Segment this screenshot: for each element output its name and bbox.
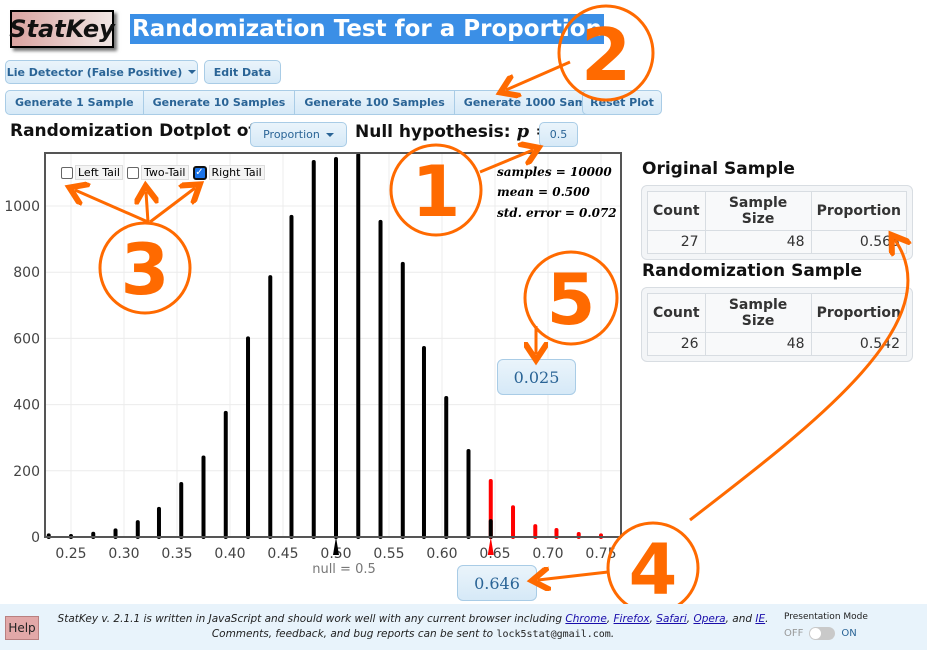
contact-email: lock5stat@gmail.com bbox=[496, 629, 611, 640]
left-tail-checkbox[interactable] bbox=[61, 166, 73, 179]
toggle-on-label: ON bbox=[841, 628, 857, 639]
original-sample-title: Original Sample bbox=[642, 159, 795, 179]
header-count: Count bbox=[647, 293, 706, 333]
randomization-sample-table: Count Sample Size Proportion 26 48 0.542 bbox=[641, 287, 913, 362]
x-tick-label: 0.75 bbox=[585, 546, 616, 562]
presentation-mode-label: Presentation Mode bbox=[784, 612, 868, 622]
header-proportion: Proportion bbox=[810, 293, 908, 333]
y-tick-label: 800 bbox=[13, 265, 40, 281]
header-count: Count bbox=[647, 191, 706, 231]
right-tail-label: Right Tail bbox=[208, 165, 265, 180]
footer-line-2: Comments, feedback, and bug reports can … bbox=[211, 628, 494, 640]
y-tick-label: 600 bbox=[13, 331, 40, 347]
annotation-arrow bbox=[689, 240, 908, 522]
y-tick-label: 1000 bbox=[4, 199, 40, 215]
randomization-count: 26 bbox=[647, 332, 706, 356]
opera-link[interactable]: Opera bbox=[693, 613, 725, 625]
tail-options: Left Tail Two-Tail ✓ Right Tail bbox=[61, 165, 265, 180]
two-tail-checkbox[interactable] bbox=[126, 166, 139, 179]
y-tick-label: 400 bbox=[13, 398, 40, 414]
x-tick-label: 0.25 bbox=[55, 546, 86, 562]
right-tail-checkbox[interactable]: ✓ bbox=[192, 165, 207, 180]
two-tail-label: Two-Tail bbox=[140, 165, 189, 180]
cutoff-value-input[interactable]: 0.646 bbox=[457, 565, 537, 601]
right-tail-option[interactable]: ✓ Right Tail bbox=[192, 165, 265, 180]
x-tick-label: 0.65 bbox=[479, 546, 510, 562]
x-tick-label: 0.55 bbox=[373, 546, 404, 562]
y-axis-ticks: 0 200 400 600 800 1000 bbox=[4, 199, 40, 546]
ie-link[interactable]: IE bbox=[755, 613, 765, 625]
dotplot-chart: 0 200 400 600 800 1000 0.25 0.30 0.35 0.40 0.45 0.… bbox=[4, 152, 622, 577]
null-caption: null = 0.5 bbox=[312, 562, 376, 577]
presentation-mode-toggle[interactable] bbox=[809, 627, 836, 640]
tail-proportion-box: 0.025 bbox=[497, 359, 576, 395]
original-proportion: 0.563 bbox=[810, 230, 908, 254]
original-sample-table: Count Sample Size Proportion 27 48 0.563 bbox=[641, 185, 913, 260]
toggle-off-label: OFF bbox=[784, 628, 804, 639]
presentation-mode-toggle-row: OFF ON bbox=[784, 627, 857, 640]
left-tail-option[interactable]: Left Tail bbox=[61, 165, 123, 180]
stat-std-error: std. error = 0.072 bbox=[497, 206, 617, 220]
left-tail-label: Left Tail bbox=[75, 165, 123, 180]
y-tick-label: 0 bbox=[31, 530, 40, 546]
footer: Help StatKey v. 2.1.1 is written in Java… bbox=[0, 604, 927, 650]
footer-line-1: StatKey v. 2.1.1 is written in JavaScrip… bbox=[57, 613, 563, 625]
header-sample-size: Sample Size bbox=[704, 293, 812, 333]
header-proportion: Proportion bbox=[810, 191, 908, 231]
two-tail-option[interactable]: Two-Tail bbox=[126, 165, 189, 180]
x-tick-label: 0.60 bbox=[426, 546, 457, 562]
x-tick-label: 0.40 bbox=[214, 546, 245, 562]
header-sample-size: Sample Size bbox=[704, 191, 812, 231]
original-sample-size: 48 bbox=[704, 230, 812, 254]
firefox-link[interactable]: Firefox bbox=[614, 613, 650, 625]
original-count: 27 bbox=[647, 230, 706, 254]
randomization-sample-size: 48 bbox=[704, 332, 812, 356]
stat-samples: samples = 10000 bbox=[497, 165, 612, 179]
and-word: and bbox=[732, 613, 753, 625]
help-button[interactable]: Help bbox=[5, 616, 39, 640]
x-tick-label: 0.70 bbox=[532, 546, 563, 562]
randomization-sample-title: Randomization Sample bbox=[642, 261, 863, 281]
x-tick-label: 0.30 bbox=[108, 546, 139, 562]
safari-link[interactable]: Safari bbox=[656, 613, 686, 625]
chrome-link[interactable]: Chrome bbox=[565, 613, 606, 625]
x-tick-label: 0.45 bbox=[267, 546, 298, 562]
randomization-proportion: 0.542 bbox=[810, 332, 908, 356]
stat-mean: mean = 0.500 bbox=[497, 185, 590, 199]
y-tick-label: 200 bbox=[13, 464, 40, 480]
x-tick-label: 0.35 bbox=[161, 546, 192, 562]
footer-text: StatKey v. 2.1.1 is written in JavaScrip… bbox=[57, 613, 769, 640]
